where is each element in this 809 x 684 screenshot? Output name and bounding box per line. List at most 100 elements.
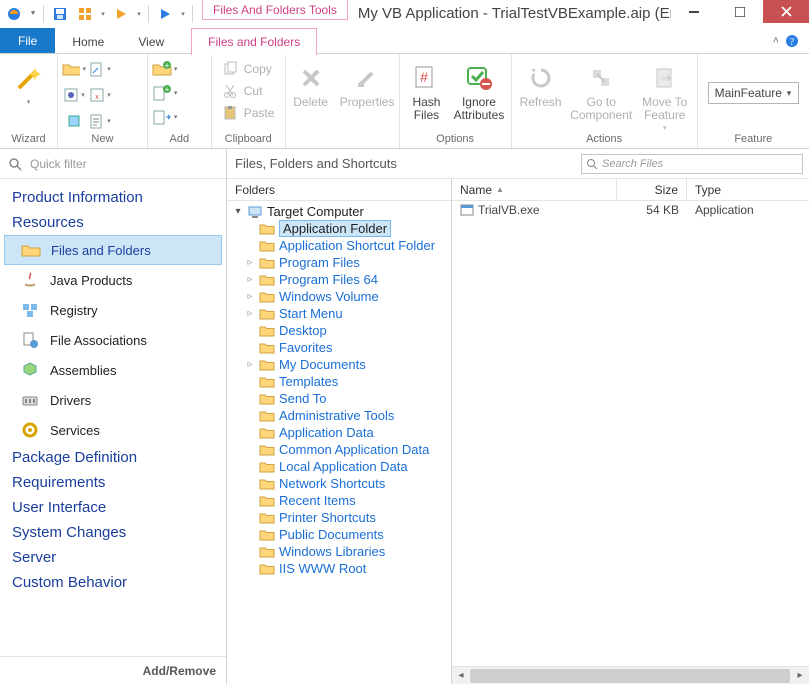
tree-node[interactable]: ▹ Program Files: [227, 254, 451, 271]
expander-icon[interactable]: ▹: [245, 274, 255, 285]
nav-item-registry[interactable]: Registry: [0, 295, 226, 325]
expander-icon[interactable]: ▹: [245, 257, 255, 268]
tree-node[interactable]: ▹Windows Volume: [227, 288, 451, 305]
import-button[interactable]: ▾: [152, 106, 178, 128]
add-files-button[interactable]: +▾: [152, 58, 178, 80]
paste-label: Paste: [244, 106, 275, 120]
nav-section-server[interactable]: Server: [0, 545, 226, 570]
expander-icon[interactable]: ▹: [245, 308, 255, 319]
nav-item-java-products[interactable]: Java Products: [0, 265, 226, 295]
tree-node[interactable]: IIS WWW Root: [227, 560, 451, 577]
file-row[interactable]: TrialVB.exe54 KBApplication: [452, 201, 809, 219]
home-tab[interactable]: Home: [55, 29, 121, 54]
minimize-button[interactable]: [671, 0, 717, 23]
new-ini-button[interactable]: ▾: [62, 84, 86, 106]
scrollbar-thumb[interactable]: [470, 669, 790, 683]
tree-node[interactable]: Application Folder: [227, 220, 451, 237]
tree-node[interactable]: Printer Shortcuts: [227, 509, 451, 526]
file-rows[interactable]: TrialVB.exe54 KBApplication: [452, 201, 809, 666]
wizard-button[interactable]: ▾: [4, 58, 53, 132]
new-folder-button[interactable]: ▾: [62, 58, 86, 80]
hash-files-button[interactable]: #Hash Files: [404, 58, 450, 132]
nav-item-assemblies[interactable]: Assemblies: [0, 355, 226, 385]
folder-tree[interactable]: ▾Target Computer Application FolderAppli…: [227, 201, 451, 684]
tree-node-label: Program Files: [279, 255, 360, 270]
tree-node[interactable]: Local Application Data: [227, 458, 451, 475]
search-files-input[interactable]: Search Files: [581, 154, 803, 174]
component-icon[interactable]: [73, 2, 97, 26]
tree-root[interactable]: ▾Target Computer: [227, 203, 451, 220]
tree-node[interactable]: Public Documents: [227, 526, 451, 543]
goto-component-button[interactable]: Go to Component: [568, 58, 635, 132]
expander-icon[interactable]: ▾: [233, 206, 243, 217]
cut-button[interactable]: Cut: [216, 80, 269, 102]
copy-button[interactable]: Copy: [216, 58, 278, 80]
tree-node[interactable]: Windows Libraries: [227, 543, 451, 560]
collapse-ribbon-icon[interactable]: ˄: [773, 35, 779, 47]
tree-node-label: Application Data: [279, 425, 374, 440]
tree-node[interactable]: Application Data: [227, 424, 451, 441]
nav-section-product-information[interactable]: Product Information: [0, 185, 226, 210]
column-size[interactable]: Size: [617, 179, 687, 200]
nav-section-custom-behavior[interactable]: Custom Behavior: [0, 570, 226, 595]
nav-item-file-associations[interactable]: File Associations: [0, 325, 226, 355]
nav-section-requirements[interactable]: Requirements: [0, 470, 226, 495]
close-button[interactable]: [763, 0, 809, 23]
new-text-update-button[interactable]: ▾: [88, 110, 112, 132]
tree-node[interactable]: Desktop: [227, 322, 451, 339]
feature-combo[interactable]: MainFeature▾: [708, 82, 799, 104]
add-remove-button[interactable]: Add/Remove: [0, 656, 226, 684]
help-icon[interactable]: ?: [785, 34, 799, 48]
qat-dropdown-icon[interactable]: ▾: [178, 2, 188, 26]
files-and-folders-tab[interactable]: Files and Folders: [191, 28, 317, 55]
qat-dropdown-icon[interactable]: ▼: [27, 2, 39, 26]
nav-section-system-changes[interactable]: System Changes: [0, 520, 226, 545]
new-library-button[interactable]: [62, 110, 86, 132]
delete-button[interactable]: Delete: [290, 58, 332, 132]
new-xml-button[interactable]: x▾: [88, 84, 112, 106]
nav-section-user-interface[interactable]: User Interface: [0, 495, 226, 520]
run-icon[interactable]: [109, 2, 133, 26]
tree-node[interactable]: Application Shortcut Folder: [227, 237, 451, 254]
scroll-left-icon[interactable]: ◂: [452, 667, 470, 684]
add-temp-files-button[interactable]: +▾: [152, 82, 178, 104]
search-icon: [586, 158, 598, 170]
view-tab[interactable]: View: [121, 29, 181, 54]
file-tab[interactable]: File: [0, 28, 55, 53]
save-icon[interactable]: [48, 2, 72, 26]
nav-item-services[interactable]: Services: [0, 415, 226, 445]
column-name[interactable]: Name▲: [452, 179, 617, 200]
nav-item-files-and-folders[interactable]: Files and Folders: [4, 235, 222, 265]
nav-section-package-definition[interactable]: Package Definition: [0, 445, 226, 470]
expander-icon[interactable]: ▹: [245, 359, 255, 370]
tree-node[interactable]: Network Shortcuts: [227, 475, 451, 492]
scroll-right-icon[interactable]: ▸: [791, 667, 809, 684]
tree-node[interactable]: Favorites: [227, 339, 451, 356]
app-icon[interactable]: [2, 2, 26, 26]
tree-node[interactable]: Administrative Tools: [227, 407, 451, 424]
column-type[interactable]: Type: [687, 179, 809, 200]
tree-node[interactable]: Recent Items: [227, 492, 451, 509]
ignore-attributes-button[interactable]: Ignore Attributes: [451, 58, 506, 132]
paste-button[interactable]: Paste: [216, 102, 281, 124]
run-in-vm-icon[interactable]: [153, 2, 177, 26]
tree-node[interactable]: Templates: [227, 373, 451, 390]
tree-node[interactable]: ▹Program Files 64: [227, 271, 451, 288]
qat-dropdown-icon[interactable]: ▾: [98, 2, 108, 26]
horizontal-scrollbar[interactable]: ◂ ▸: [452, 666, 809, 684]
ribbon-group-label: Feature: [702, 132, 805, 148]
nav-section-resources[interactable]: Resources: [0, 210, 226, 235]
nav-item-drivers[interactable]: Drivers: [0, 385, 226, 415]
tree-node[interactable]: Send To: [227, 390, 451, 407]
tree-node[interactable]: Common Application Data: [227, 441, 451, 458]
quick-filter-input[interactable]: Quick filter: [0, 149, 226, 179]
move-to-feature-button[interactable]: Move To Feature▾: [637, 58, 693, 132]
properties-button[interactable]: Properties: [340, 58, 395, 132]
new-shortcut-button[interactable]: ▾: [88, 58, 112, 80]
maximize-button[interactable]: [717, 0, 763, 23]
refresh-button[interactable]: Refresh: [516, 58, 566, 132]
tree-node[interactable]: ▹My Documents: [227, 356, 451, 373]
expander-icon[interactable]: ▹: [245, 291, 255, 302]
qat-dropdown-icon[interactable]: ▾: [134, 2, 144, 26]
tree-node[interactable]: ▹Start Menu: [227, 305, 451, 322]
